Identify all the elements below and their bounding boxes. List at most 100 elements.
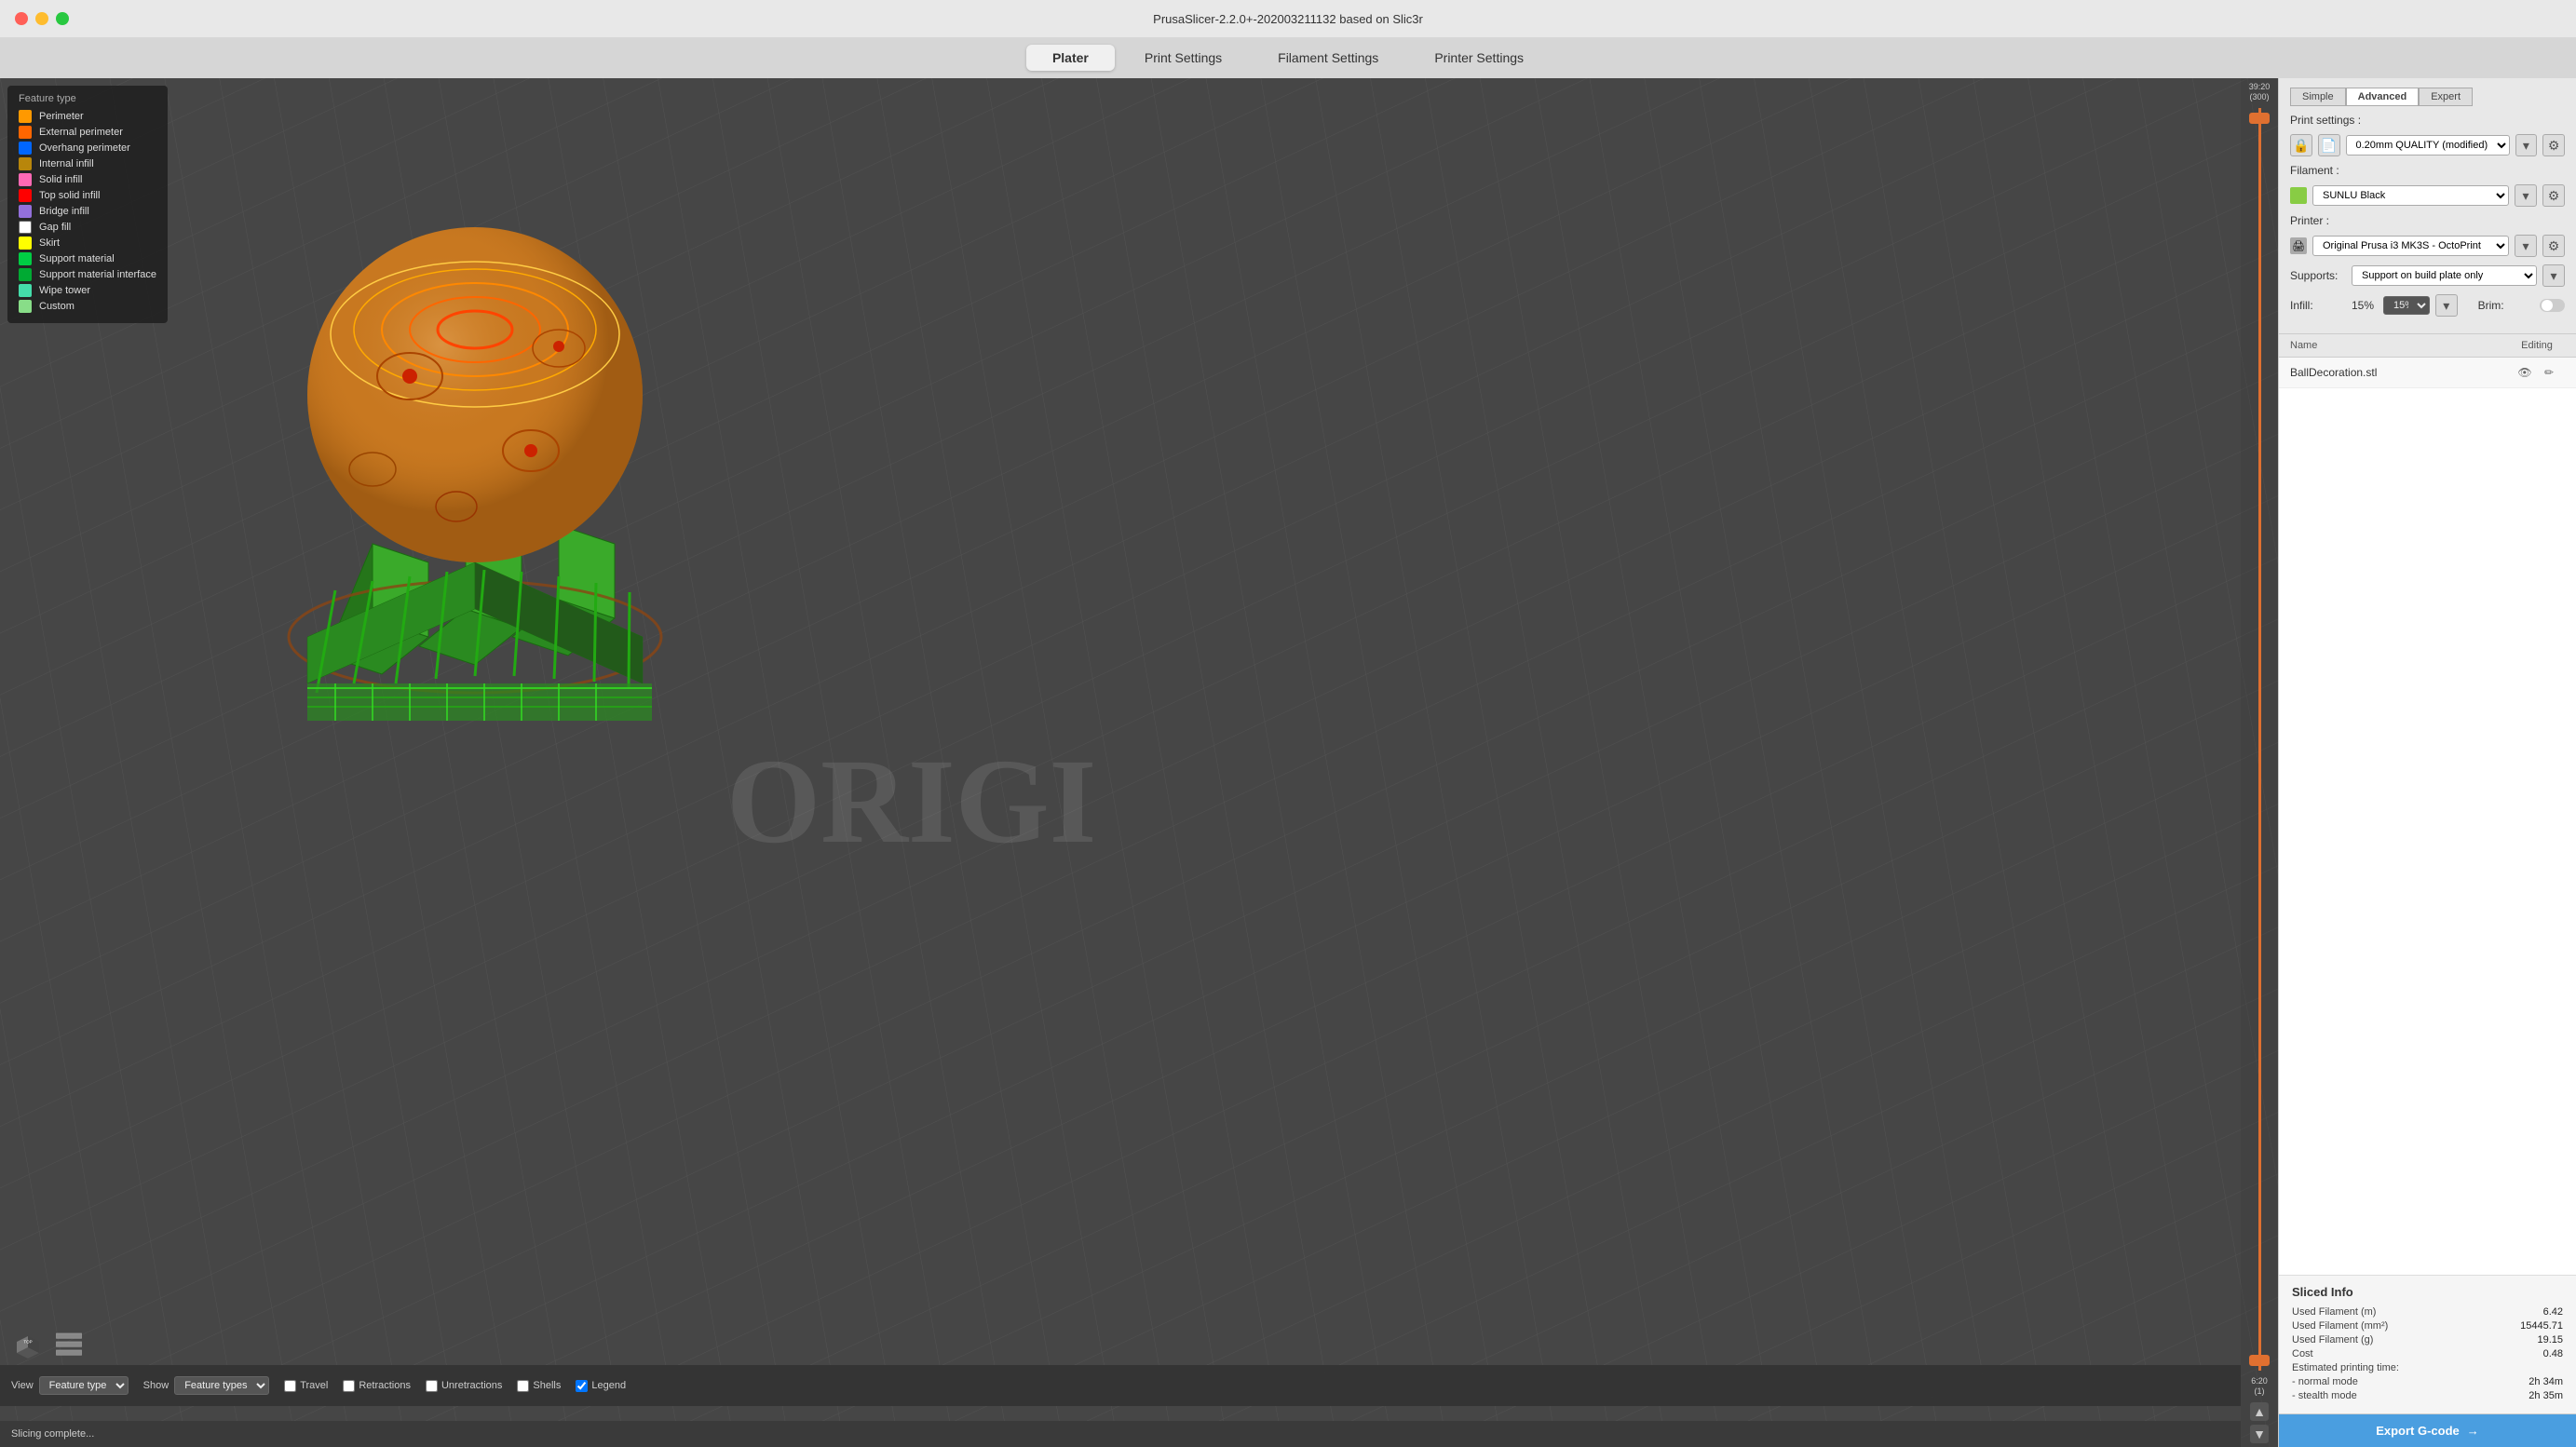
normal-mode-label: - normal mode	[2292, 1376, 2358, 1387]
close-button[interactable]	[15, 12, 28, 25]
nav-cube[interactable]: TOP	[11, 1317, 86, 1373]
feature-legend: Feature type Perimeter External perimete…	[7, 86, 168, 323]
layer-up-button[interactable]: ▼	[2250, 1425, 2269, 1443]
print-file-btn[interactable]: 📄	[2318, 134, 2340, 156]
filament-g-label: Used Filament (g)	[2292, 1334, 2373, 1346]
viewport-grid: ORIGI	[0, 78, 2278, 1447]
slider-track[interactable]	[2258, 108, 2261, 1372]
supports-select[interactable]: Support on build plate only	[2352, 265, 2537, 286]
cost-value: 0.48	[2543, 1348, 2563, 1359]
print-settings-row: Print settings :	[2290, 114, 2565, 127]
tab-advanced[interactable]: Advanced	[2346, 88, 2420, 106]
col-name-header: Name	[2290, 340, 2509, 351]
viewport[interactable]: ORIGI Feature type Perimeter External pe…	[0, 78, 2278, 1447]
object-eye-icon-0[interactable]: 👁	[2515, 363, 2534, 382]
menu-bar: Plater Print Settings Filament Settings …	[0, 37, 2576, 78]
filament-color-swatch[interactable]	[2290, 187, 2307, 204]
legend-color-bridge-infill	[19, 205, 32, 218]
svg-text:ORIGI: ORIGI	[726, 735, 1096, 869]
show-select[interactable]: Feature types	[174, 1376, 269, 1395]
maximize-button[interactable]	[56, 12, 69, 25]
unretractions-label: Unretractions	[441, 1380, 502, 1391]
slider-thumb-bottom[interactable]	[2249, 1355, 2270, 1366]
print-quality-select[interactable]: 0.20mm QUALITY (modified)	[2346, 135, 2510, 156]
info-row-filament-mm2: Used Filament (mm²) 15445.71	[2292, 1320, 2563, 1332]
retractions-label: Retractions	[359, 1380, 411, 1391]
filament-dropdown-btn[interactable]: ▾	[2515, 184, 2537, 207]
printer-select[interactable]: Original Prusa i3 MK3S - OctoPrint	[2312, 236, 2509, 256]
status-message: Slicing complete...	[11, 1428, 94, 1440]
slider-bottom-label: 6:20 (1)	[2251, 1376, 2268, 1397]
printer-row: 🖨 Original Prusa i3 MK3S - OctoPrint ▾ ⚙	[2290, 235, 2565, 257]
sliced-info-title: Sliced Info	[2292, 1285, 2563, 1299]
print-dropdown-btn[interactable]: ▾	[2515, 134, 2538, 156]
info-row-filament-m: Used Filament (m) 6.42	[2292, 1306, 2563, 1318]
printer-label-row: Printer :	[2290, 214, 2565, 227]
normal-mode-value: 2h 34m	[2529, 1376, 2563, 1387]
retractions-checkbox-group: Retractions	[343, 1380, 411, 1392]
svg-text:TOP: TOP	[23, 1340, 32, 1345]
nav-cube-layers[interactable]	[52, 1322, 86, 1367]
travel-checkbox-group: Travel	[284, 1380, 328, 1392]
printer-icon: 🖨	[2290, 237, 2307, 254]
print-settings-label: Print settings :	[2290, 114, 2361, 127]
object-edit-icon-0[interactable]: ✏	[2540, 363, 2558, 382]
infill-value: 15%	[2352, 299, 2374, 312]
print-gear-btn[interactable]: ⚙	[2542, 134, 2565, 156]
filament-row: SUNLU Black ▾ ⚙	[2290, 184, 2565, 207]
info-row-est-time-label: Estimated printing time:	[2292, 1362, 2563, 1373]
retractions-checkbox[interactable]	[343, 1380, 355, 1392]
legend-item-internal-infill: Internal infill	[19, 157, 156, 170]
legend-item-support-interface: Support material interface	[19, 268, 156, 281]
legend-color-support	[19, 252, 32, 265]
tab-simple[interactable]: Simple	[2290, 88, 2346, 106]
window-title: PrusaSlicer-2.2.0+-202003211132 based on…	[1153, 12, 1423, 26]
tab-printer-settings[interactable]: Printer Settings	[1408, 45, 1550, 71]
legend-color-solid-infill	[19, 173, 32, 186]
legend-item-custom: Custom	[19, 300, 156, 313]
brim-toggle[interactable]	[2540, 299, 2565, 312]
travel-checkbox[interactable]	[284, 1380, 296, 1392]
print-lock-btn[interactable]: 🔒	[2290, 134, 2312, 156]
print-quality-row: 🔒 📄 0.20mm QUALITY (modified) ▾ ⚙	[2290, 134, 2565, 156]
legend-label: Legend	[591, 1380, 626, 1391]
unretractions-checkbox[interactable]	[426, 1380, 438, 1392]
main-content: ORIGI Feature type Perimeter External pe…	[0, 78, 2576, 1447]
infill-select[interactable]: 15%	[2383, 296, 2430, 315]
object-list: BallDecoration.stl 👁 ✏	[2279, 358, 2576, 1275]
legend-color-gap-fill	[19, 221, 32, 234]
tab-filament-settings[interactable]: Filament Settings	[1252, 45, 1404, 71]
layer-down-button[interactable]: ▲	[2250, 1402, 2269, 1421]
legend-checkbox[interactable]	[576, 1380, 588, 1392]
shells-label: Shells	[533, 1380, 561, 1391]
slider-thumb-top[interactable]	[2249, 113, 2270, 124]
supports-dropdown-btn[interactable]: ▾	[2542, 264, 2565, 287]
traffic-lights	[15, 12, 69, 25]
filament-gear-btn[interactable]: ⚙	[2542, 184, 2565, 207]
legend-color-ext-perimeter	[19, 126, 32, 139]
printer-dropdown-btn[interactable]: ▾	[2515, 235, 2537, 257]
printer-gear-btn[interactable]: ⚙	[2542, 235, 2565, 257]
layer-slider[interactable]: 39:20 (300) 6:20 (1) ▲ ▼	[2241, 78, 2278, 1447]
tab-plater[interactable]: Plater	[1026, 45, 1115, 71]
legend-item-top-solid: Top solid infill	[19, 189, 156, 202]
object-list-header: Name Editing	[2279, 334, 2576, 358]
tab-print-settings[interactable]: Print Settings	[1119, 45, 1248, 71]
legend-checkbox-group: Legend	[576, 1380, 626, 1392]
tab-expert[interactable]: Expert	[2419, 88, 2473, 106]
shells-checkbox-group: Shells	[517, 1380, 561, 1392]
legend-color-top-solid	[19, 189, 32, 202]
nav-cube-3d[interactable]: TOP	[11, 1322, 45, 1367]
infill-dropdown-btn[interactable]: ▾	[2435, 294, 2458, 317]
view-type-select[interactable]: Feature type	[39, 1376, 129, 1395]
view-controls-bar: View Feature type Show Feature types Tra…	[0, 1365, 2241, 1406]
legend-color-support-interface	[19, 268, 32, 281]
export-gcode-button[interactable]: Export G-code →	[2279, 1413, 2576, 1447]
supports-row: Supports: Support on build plate only ▾	[2290, 264, 2565, 287]
sliced-info-panel: Sliced Info Used Filament (m) 6.42 Used …	[2279, 1275, 2576, 1413]
minimize-button[interactable]	[35, 12, 48, 25]
filament-select[interactable]: SUNLU Black	[2312, 185, 2509, 206]
shells-checkbox[interactable]	[517, 1380, 529, 1392]
legend-color-skirt	[19, 237, 32, 250]
filament-g-value: 19.15	[2537, 1334, 2563, 1346]
